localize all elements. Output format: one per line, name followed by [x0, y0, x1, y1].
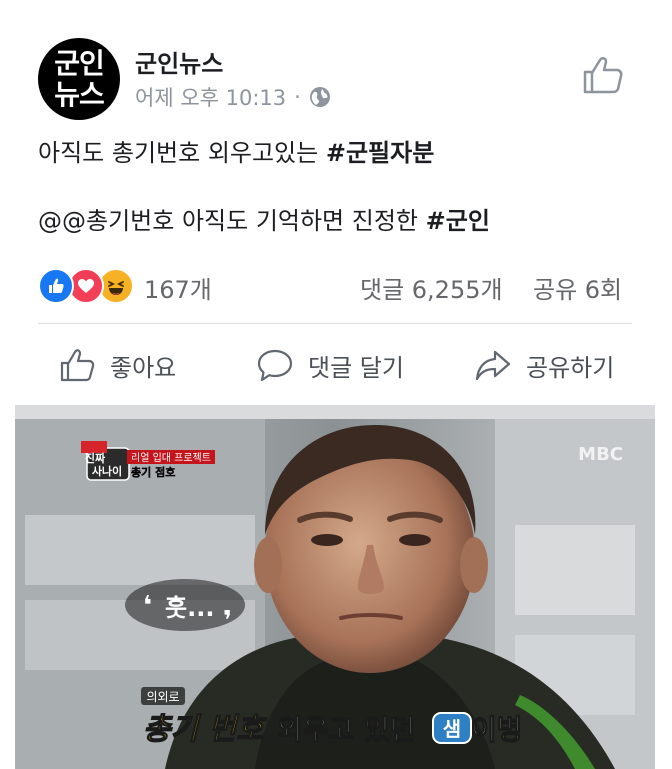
- post-message: 아직도 총기번호 외우고있는 #군필자분 @@총기번호 아직도 기억하면 진정한…: [38, 136, 638, 238]
- like-button[interactable]: 좋아요: [58, 340, 176, 390]
- avatar-text-bottom: 뉴스: [54, 78, 105, 111]
- post-line-gap: [38, 170, 638, 204]
- page-name[interactable]: 군인뉴스: [135, 44, 223, 79]
- subtitle-after: 이병: [471, 713, 523, 746]
- show-title-bottom: 사나이: [92, 464, 122, 478]
- hashtag-link-1[interactable]: #군필자분: [326, 139, 434, 167]
- post-photo[interactable]: 진짜 사나이 리얼 입대 프로젝트 총기 점호 MBC ❛ 훗... ❜ 의외로…: [15, 405, 655, 769]
- tv-screencap: 진짜 사나이 리얼 입대 프로젝트 총기 점호 MBC ❛ 훗... ❜ 의외로…: [15, 405, 655, 769]
- comment-button-label: 댓글 달기: [308, 353, 404, 382]
- share-button-label: 공유하기: [526, 353, 615, 382]
- globe-icon: [309, 86, 331, 108]
- quote-close-icon: ❜: [223, 606, 232, 636]
- post-line-1-text: 아직도 총기번호 외우고있는: [38, 139, 326, 167]
- broadcaster-logo: MBC: [578, 444, 623, 465]
- post-timestamp[interactable]: 어제 오후 10:13: [135, 82, 286, 112]
- post-line-2-text: @@총기번호 아직도 기억하면 진정한: [38, 207, 426, 235]
- post-meta: 어제 오후 10:13 ·: [135, 82, 331, 112]
- reaction-icons[interactable]: [38, 268, 138, 304]
- post-header: 군인 뉴스 군인뉴스 어제 오후 10:13 ·: [0, 0, 672, 130]
- show-title-top: 진짜: [85, 451, 106, 465]
- post-line-1: 아직도 총기번호 외우고있는 #군필자분: [38, 136, 638, 170]
- page-avatar[interactable]: 군인 뉴스: [38, 38, 120, 120]
- action-bar: 좋아요 댓글 달기 공유하기: [0, 330, 672, 400]
- share-button[interactable]: 공유하기: [474, 340, 614, 390]
- comment-icon: [257, 349, 293, 382]
- divider: [38, 323, 632, 324]
- thumbs-up-icon: [60, 349, 95, 382]
- subtitle-highlight: 총기 번호: [143, 712, 267, 747]
- hashtag-link-2[interactable]: #군인: [426, 207, 490, 235]
- like-page-icon[interactable]: [580, 52, 626, 98]
- reaction-count[interactable]: 167개: [144, 270, 212, 305]
- like-button-label: 좋아요: [110, 353, 177, 382]
- share-arrow-icon: [475, 350, 511, 381]
- meta-separator: ·: [294, 85, 301, 109]
- like-reaction-icon: [38, 268, 74, 304]
- subtitle-middle: 외우고 있던: [277, 713, 416, 746]
- post-line-2: @@총기번호 아직도 기억하면 진정한 #군인: [38, 204, 638, 238]
- speech-text: 훗...: [165, 594, 214, 622]
- program-line-1: 리얼 입대 프로젝트: [131, 451, 211, 464]
- reactions-bar: 167개 댓글 6,255개 공유 6회: [38, 266, 632, 306]
- program-line-2: 총기 점호: [131, 465, 175, 479]
- comment-count[interactable]: 댓글 6,255개: [360, 270, 503, 305]
- avatar-text-top: 군인: [54, 47, 105, 80]
- subtitle-badge: 샘: [443, 717, 461, 741]
- share-count[interactable]: 공유 6회: [533, 270, 622, 305]
- comment-button[interactable]: 댓글 달기: [256, 340, 404, 390]
- subtitle-label: 의외로: [146, 690, 179, 704]
- quote-open-icon: ❛: [143, 591, 152, 621]
